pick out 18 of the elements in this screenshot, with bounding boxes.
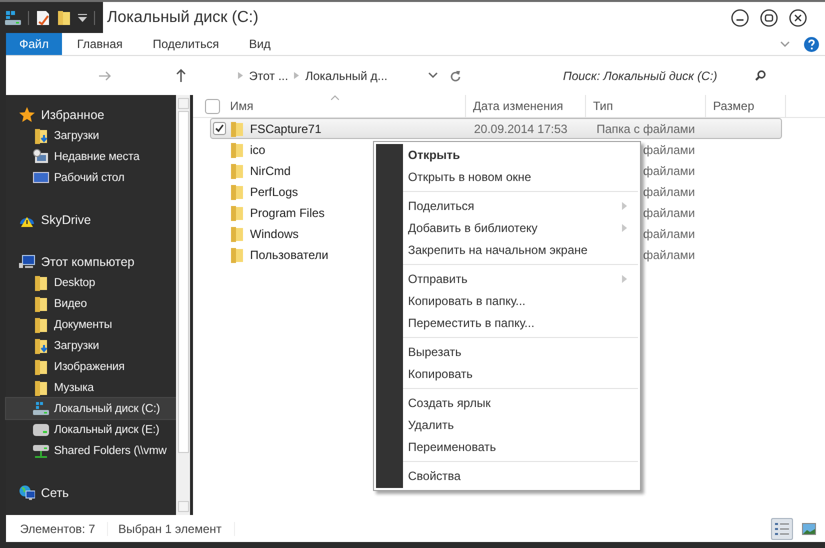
status-text: Элементов: 7: [20, 522, 108, 536]
file-name: Пользователи: [250, 248, 328, 262]
type-cell: Папка с файлами: [596, 122, 695, 136]
file-name: NirCmd: [250, 164, 291, 178]
date-cell: 20.09.2014 17:53: [474, 122, 568, 136]
file-name: PerfLogs: [250, 184, 298, 198]
file-name: Windows: [250, 226, 299, 240]
type-cell: файлами: [643, 226, 695, 240]
file-name: Program Files: [250, 206, 325, 220]
file-name: FSCapture71: [250, 122, 322, 136]
type-cell: файлами: [643, 248, 695, 262]
type-cell: файлами: [643, 206, 695, 220]
window-title: Локальный диск (C:): [107, 8, 258, 26]
file-name: ico: [250, 142, 266, 156]
type-cell: файлами: [643, 142, 695, 156]
type-cell: файлами: [643, 184, 695, 198]
status-text: Выбран 1 элемент: [118, 522, 235, 536]
type-cell: файлами: [643, 164, 695, 178]
